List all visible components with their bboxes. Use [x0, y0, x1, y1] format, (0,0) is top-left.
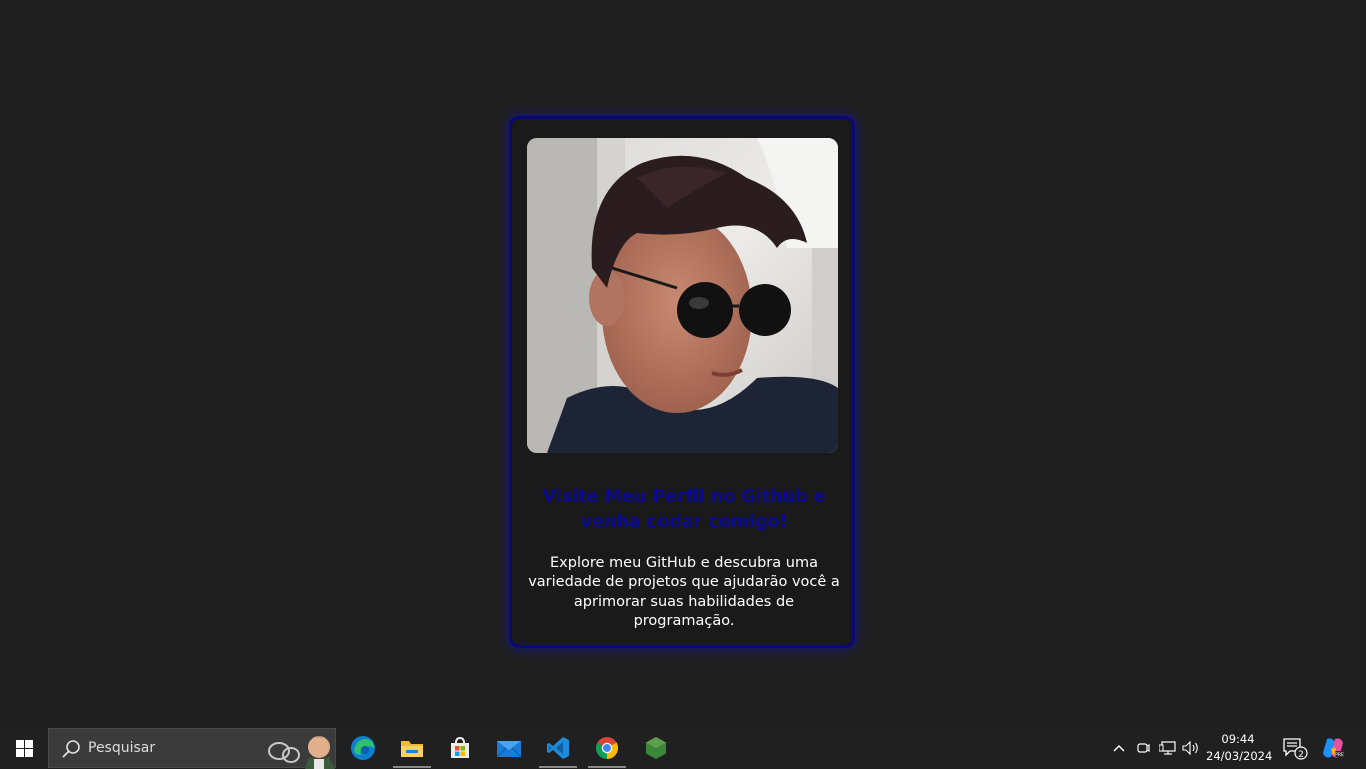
profile-card: Visite Meu Perfil no Github e venha coda…	[509, 116, 855, 648]
taskbar-mail-button[interactable]	[485, 728, 533, 768]
card-description: Explore meu GitHub e descubra uma varied…	[528, 555, 840, 629]
tray-notifications-button[interactable]: 2	[1280, 728, 1310, 768]
tray-show-hidden-button[interactable]	[1108, 728, 1130, 768]
tray-camera-button[interactable]	[1133, 728, 1153, 768]
copilot-icon: PRE	[1323, 738, 1344, 758]
windows-logo-icon	[15, 739, 33, 757]
card-title: Visite Meu Perfil no Github e venha coda…	[542, 487, 826, 532]
vscode-icon	[547, 737, 569, 759]
taskbar-store-button[interactable]	[436, 728, 484, 768]
taskbar-nodejs-button[interactable]	[632, 728, 680, 768]
svg-text:PRE: PRE	[1335, 752, 1344, 758]
notification-count: 2	[1298, 750, 1304, 760]
clock-time: 09:44	[1221, 732, 1255, 746]
taskbar-vscode-button[interactable]	[534, 728, 582, 768]
taskbar-chrome-button[interactable]	[583, 728, 631, 768]
start-button[interactable]	[0, 728, 48, 768]
taskbar: Pesquisar 09:44 24/03/2024 2 PRE	[0, 728, 1366, 769]
notification-center-icon: 2	[1283, 738, 1308, 760]
chevron-up-icon	[1113, 744, 1125, 752]
network-icon	[1158, 741, 1176, 755]
folder-icon	[401, 741, 423, 757]
search-icon	[62, 740, 80, 758]
taskbar-search-box[interactable]: Pesquisar	[48, 728, 336, 769]
nodejs-icon	[646, 737, 666, 759]
taskbar-edge-button[interactable]	[339, 728, 387, 768]
chrome-icon	[596, 737, 618, 759]
taskbar-clock[interactable]: 09:44 24/03/2024	[1206, 731, 1273, 767]
edge-icon	[351, 736, 375, 760]
camera-icon	[1137, 743, 1150, 753]
clock-date: 24/03/2024	[1206, 749, 1273, 763]
volume-icon	[1182, 741, 1198, 755]
search-placeholder: Pesquisar	[88, 740, 156, 756]
store-icon	[451, 736, 469, 758]
desktop: Visite Meu Perfil no Github e venha coda…	[0, 0, 1366, 728]
taskbar-file-explorer-button[interactable]	[388, 728, 436, 768]
tray-copilot-button[interactable]: PRE	[1318, 728, 1348, 768]
profile-photo	[527, 138, 838, 453]
tray-volume-button[interactable]	[1180, 728, 1202, 768]
mail-icon	[496, 741, 522, 758]
search-highlight-illustration-icon	[268, 736, 335, 769]
tray-network-button[interactable]	[1156, 728, 1178, 768]
